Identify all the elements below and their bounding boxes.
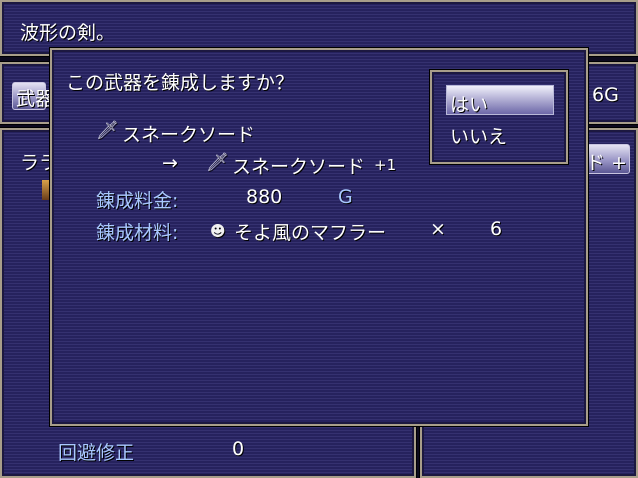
fee-value: 880 bbox=[246, 186, 283, 208]
sword-icon: 🗡 bbox=[206, 152, 229, 173]
gold-amount: 6G bbox=[592, 84, 619, 106]
choice-yes[interactable]: はい bbox=[450, 90, 488, 117]
fee-label: 錬成料金: bbox=[96, 190, 179, 212]
weapon-tab-label[interactable]: 武器 bbox=[16, 84, 54, 111]
dialog-question: この武器を錬成しますか？ bbox=[66, 72, 295, 94]
material-label: 錬成材料: bbox=[96, 222, 179, 244]
fee-unit: G bbox=[338, 186, 353, 208]
material-quantity: 6 bbox=[490, 218, 503, 240]
sword-icon: 🗡 bbox=[96, 120, 119, 141]
skull-icon: ☻ bbox=[210, 222, 226, 240]
stat-label-evasion: 回避修正 bbox=[58, 442, 135, 464]
material-name: そよ風のマフラー bbox=[234, 222, 387, 244]
result-item-name: スネークソード bbox=[232, 156, 366, 178]
arrow-icon: → bbox=[162, 152, 178, 174]
item-name-fragment[interactable]: ド + bbox=[586, 148, 627, 175]
choice-no[interactable]: いいえ bbox=[450, 122, 507, 149]
choice-window: はい いいえ bbox=[430, 70, 568, 164]
stat-value-evasion: 0 bbox=[232, 438, 245, 460]
result-plus: +1 bbox=[374, 156, 397, 174]
material-times: × bbox=[430, 218, 446, 240]
help-text: 波形の剣。 bbox=[20, 22, 116, 44]
source-item-name: スネークソード bbox=[122, 124, 256, 146]
